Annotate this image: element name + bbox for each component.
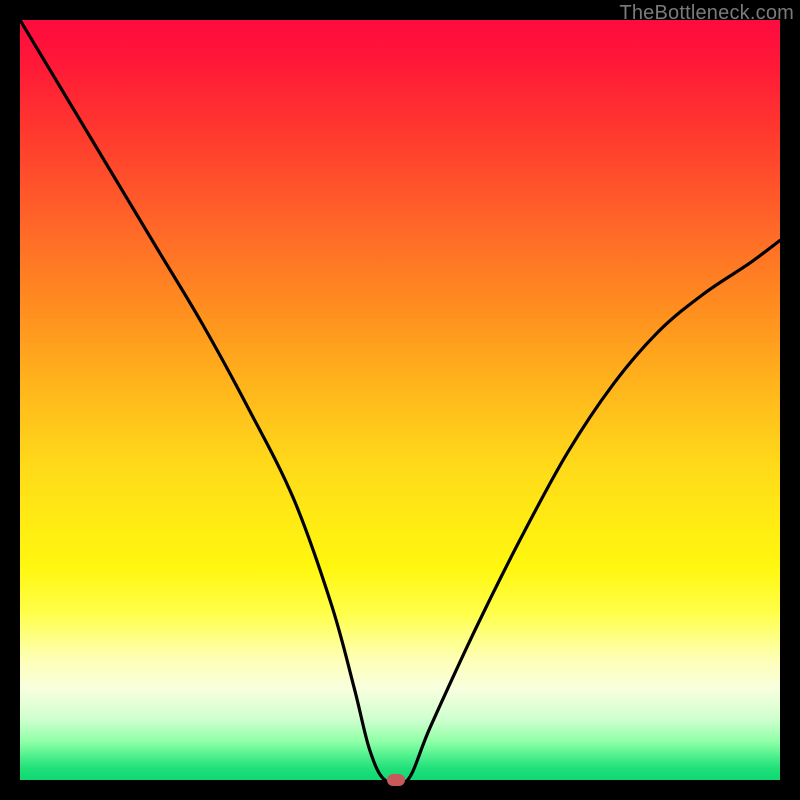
optimal-point-marker [387,774,405,786]
plot-area [20,20,780,780]
bottleneck-curve [20,20,780,780]
chart-container: TheBottleneck.com [0,0,800,800]
